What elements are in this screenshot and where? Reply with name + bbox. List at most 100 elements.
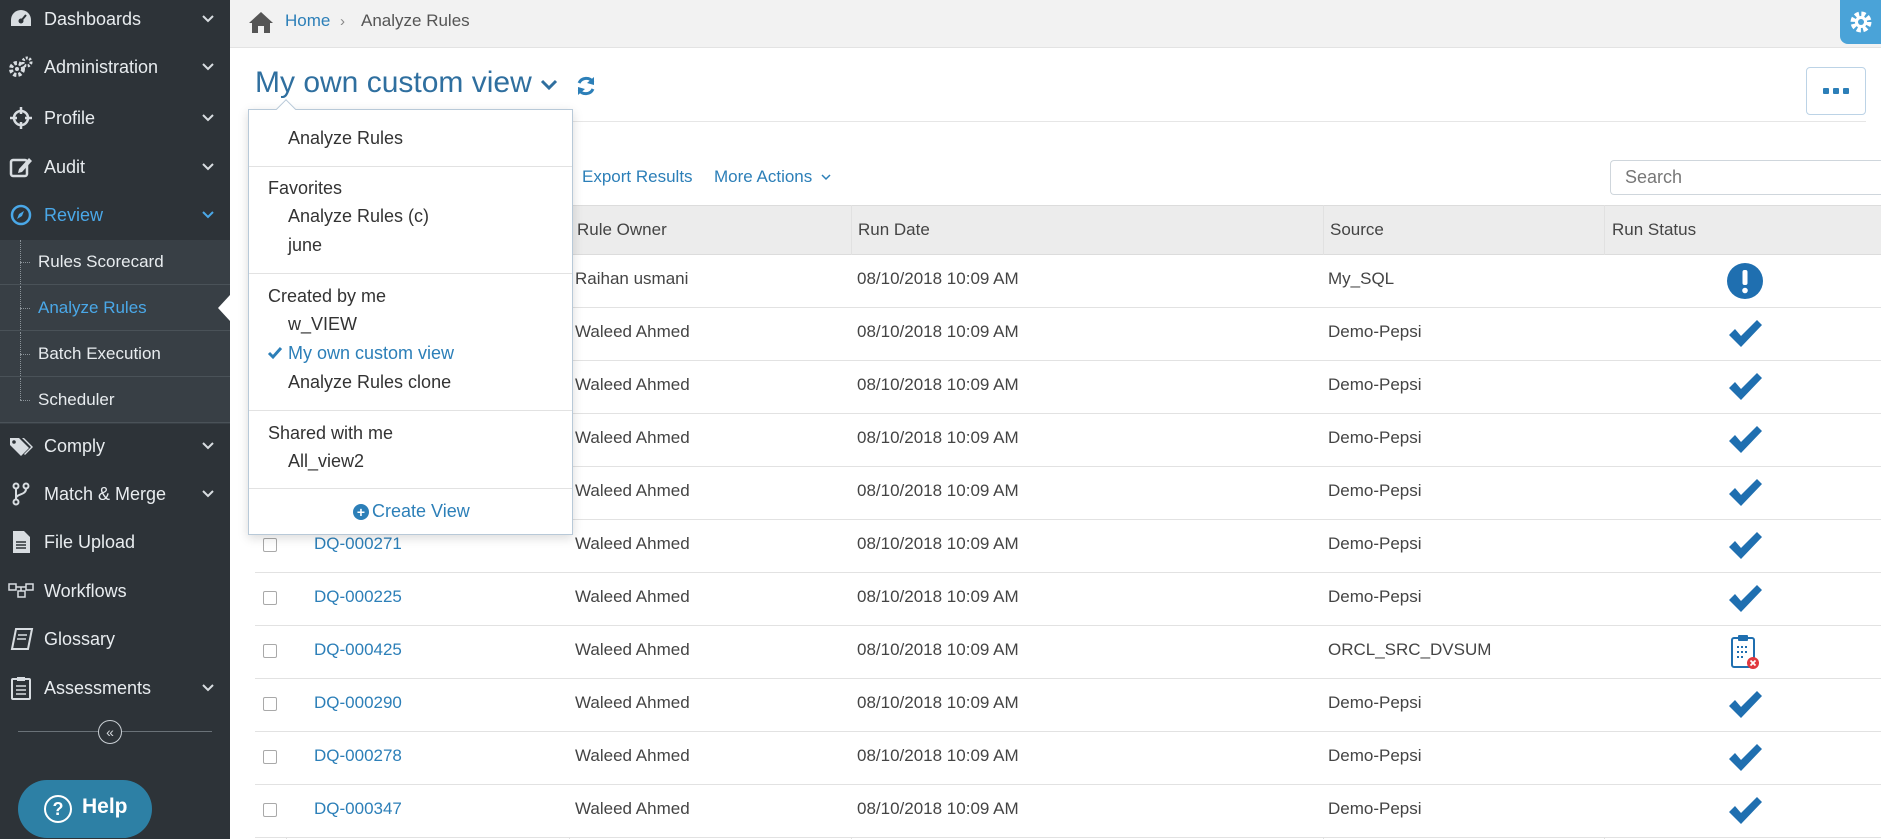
merge-icon <box>8 481 34 507</box>
refresh-icon[interactable] <box>575 74 597 98</box>
table-row[interactable]: DQ-000225 Waleed Ahmed 08/10/2018 10:09 AM… <box>255 573 1881 626</box>
row-checkbox[interactable] <box>263 591 277 605</box>
run-date-cell: 08/10/2018 10:09 AM <box>857 693 1019 712</box>
nav-glossary[interactable]: Glossary <box>0 615 230 663</box>
tree-line <box>20 354 30 355</box>
nav-workflows[interactable]: Workflows <box>0 567 230 615</box>
subnav-label: Rules Scorecard <box>38 252 164 271</box>
checkmark-icon <box>1729 585 1762 612</box>
subnav-scheduler[interactable]: Scheduler <box>0 378 230 423</box>
subnav-analyze-rules[interactable]: Analyze Rules <box>0 286 230 331</box>
run-date-cell: 08/10/2018 10:09 AM <box>857 534 1019 553</box>
rule-id-link[interactable]: DQ-000347 <box>314 799 402 819</box>
rule-id-link[interactable]: DQ-000290 <box>314 693 402 713</box>
menu-item-favorite[interactable]: june <box>288 235 322 256</box>
table-row[interactable]: DQ-000278 Waleed Ahmed 08/10/2018 10:09 AM… <box>255 732 1881 785</box>
nav-assessments[interactable]: Assessments <box>0 664 230 712</box>
nav-label: Match & Merge <box>44 483 167 504</box>
nav-profile[interactable]: Profile <box>0 94 230 142</box>
nav-file-upload[interactable]: File Upload <box>0 518 230 566</box>
rule-owner-cell: Waleed Ahmed <box>575 587 690 606</box>
tree-line <box>20 378 21 400</box>
nav-dashboards[interactable]: Dashboards <box>0 0 230 43</box>
run-date-cell: 08/10/2018 10:09 AM <box>857 746 1019 765</box>
run-status-cell <box>1725 633 1765 671</box>
create-view-label: Create View <box>372 501 470 521</box>
run-status-cell <box>1725 474 1765 512</box>
rule-id-link[interactable]: DQ-000425 <box>314 640 402 660</box>
table-row[interactable]: DQ-000290 Waleed Ahmed 08/10/2018 10:09 AM… <box>255 679 1881 732</box>
header-source[interactable]: Source <box>1330 220 1384 240</box>
compass-icon <box>8 202 34 228</box>
settings-button[interactable] <box>1840 0 1881 44</box>
breadcrumb-home-link[interactable]: Home <box>285 11 330 31</box>
chevron-down-icon[interactable] <box>540 78 558 92</box>
run-status-cell <box>1725 368 1765 406</box>
nav-label: Assessments <box>44 677 152 698</box>
nav-audit[interactable]: Audit <box>0 143 230 191</box>
divider <box>249 166 572 167</box>
table-row[interactable]: DQ-000347 Waleed Ahmed 08/10/2018 10:09 AM… <box>255 785 1881 838</box>
edit-icon <box>8 154 34 180</box>
header-run-status[interactable]: Run Status <box>1612 220 1696 240</box>
row-checkbox[interactable] <box>263 538 277 552</box>
checkmark-icon <box>1729 479 1762 506</box>
run-status-cell <box>1725 315 1765 353</box>
row-checkbox[interactable] <box>263 697 277 711</box>
row-checkbox[interactable] <box>263 803 277 817</box>
rule-id-link[interactable]: DQ-000225 <box>314 587 402 607</box>
create-view-button[interactable]: + Create View <box>353 501 470 522</box>
source-cell: Demo-Pepsi <box>1328 481 1422 500</box>
run-status-cell <box>1725 580 1765 618</box>
run-date-cell: 08/10/2018 10:09 AM <box>857 322 1019 341</box>
rule-owner-cell: Waleed Ahmed <box>575 481 690 500</box>
view-selector-title[interactable]: My own custom view <box>255 66 532 100</box>
book-icon <box>8 626 34 652</box>
subnav-batch-execution[interactable]: Batch Execution <box>0 332 230 377</box>
row-checkbox[interactable] <box>263 644 277 658</box>
header-rule-owner[interactable]: Rule Owner <box>577 220 667 240</box>
menu-item-created-selected[interactable]: My own custom view <box>288 343 454 364</box>
run-status-cell <box>1725 527 1765 565</box>
rule-id-link[interactable]: DQ-000278 <box>314 746 402 766</box>
more-options-button[interactable] <box>1806 67 1866 115</box>
header-run-date[interactable]: Run Date <box>858 220 930 240</box>
menu-item-created[interactable]: Analyze Rules clone <box>288 372 451 393</box>
nav-review[interactable]: Review <box>0 191 230 239</box>
ellipsis-icon <box>1833 88 1839 94</box>
crosshair-icon <box>8 105 34 131</box>
source-cell: Demo-Pepsi <box>1328 534 1422 553</box>
chevron-down-icon <box>202 442 214 450</box>
home-icon[interactable] <box>248 10 274 34</box>
subnav-label: Scheduler <box>38 390 115 409</box>
menu-item-shared[interactable]: All_view2 <box>288 451 364 472</box>
run-status-cell <box>1725 421 1765 459</box>
clipboard-error-icon <box>1731 635 1759 669</box>
menu-item-favorite[interactable]: Analyze Rules (c) <box>288 206 429 227</box>
export-results-link[interactable]: Export Results <box>582 167 693 187</box>
nav-match-merge[interactable]: Match & Merge <box>0 470 230 518</box>
menu-item-analyze-rules[interactable]: Analyze Rules <box>288 128 403 149</box>
nav-comply[interactable]: Comply <box>0 422 230 470</box>
active-indicator <box>218 295 230 321</box>
chevron-down-icon <box>202 114 214 122</box>
menu-item-created[interactable]: w_VIEW <box>288 314 357 335</box>
subnav-rules-scorecard[interactable]: Rules Scorecard <box>0 240 230 285</box>
subnav-label: Analyze Rules <box>38 298 147 317</box>
run-date-cell: 08/10/2018 10:09 AM <box>857 269 1019 288</box>
rule-id-link[interactable]: DQ-000271 <box>314 534 402 554</box>
tree-line <box>20 400 30 401</box>
help-button[interactable]: ? Help <box>18 780 152 838</box>
nav-administration[interactable]: Administration <box>0 43 230 91</box>
row-checkbox[interactable] <box>263 750 277 764</box>
more-actions-link[interactable]: More Actions <box>714 167 812 187</box>
file-icon <box>8 529 34 555</box>
nav-label: Administration <box>44 56 159 77</box>
clipboard-icon <box>8 675 34 701</box>
divider <box>249 273 572 274</box>
search-input[interactable] <box>1610 160 1881 195</box>
run-date-cell: 08/10/2018 10:09 AM <box>857 587 1019 606</box>
collapse-sidebar-button[interactable]: « <box>98 720 122 744</box>
plus-circle-icon: + <box>353 503 369 520</box>
table-row[interactable]: DQ-000425 Waleed Ahmed 08/10/2018 10:09 AM… <box>255 626 1881 679</box>
